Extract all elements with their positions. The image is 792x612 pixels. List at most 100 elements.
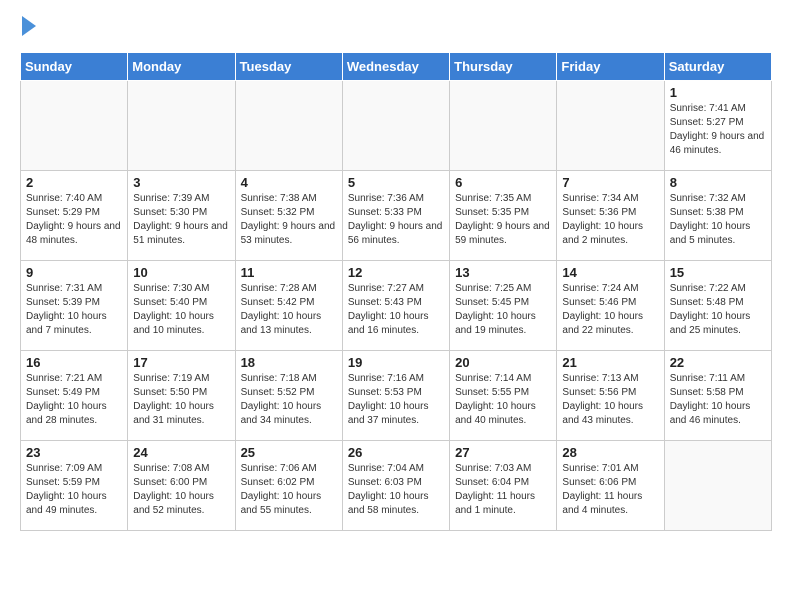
calendar-header-row: SundayMondayTuesdayWednesdayThursdayFrid… (21, 53, 772, 81)
calendar-cell: 21 Sunrise: 7:13 AM Sunset: 5:56 PM Dayli… (557, 351, 664, 441)
day-number: 17 (133, 355, 229, 370)
calendar-cell: 12 Sunrise: 7:27 AM Sunset: 5:43 PM Dayli… (342, 261, 449, 351)
column-header-saturday: Saturday (664, 53, 771, 81)
day-info: Sunrise: 7:28 AM Sunset: 5:42 PM Dayligh… (241, 282, 337, 338)
calendar-cell: 1 Sunrise: 7:41 AM Sunset: 5:27 PM Daylig… (664, 81, 771, 171)
calendar-cell: 2Sunrise: 7:40 AM Sunset: 5:29 PM Daylig… (21, 171, 128, 261)
day-info: Sunrise: 7:16 AM Sunset: 5:53 PM Dayligh… (348, 372, 444, 428)
day-number: 26 (348, 445, 444, 460)
calendar-cell: 9 Sunrise: 7:31 AM Sunset: 5:39 PM Daylig… (21, 261, 128, 351)
page-header (20, 20, 772, 36)
calendar-cell: 24Sunrise: 7:08 AM Sunset: 6:00 PM Dayli… (128, 441, 235, 531)
calendar-cell (21, 81, 128, 171)
day-number: 22 (670, 355, 766, 370)
day-number: 25 (241, 445, 337, 460)
day-info: Sunrise: 7:08 AM Sunset: 6:00 PM Dayligh… (133, 462, 229, 518)
calendar-cell: 16 Sunrise: 7:21 AM Sunset: 5:49 PM Dayli… (21, 351, 128, 441)
day-info: Sunrise: 7:35 AM Sunset: 5:35 PM Dayligh… (455, 192, 551, 248)
day-number: 23 (26, 445, 122, 460)
calendar-cell: 7 Sunrise: 7:34 AM Sunset: 5:36 PM Daylig… (557, 171, 664, 261)
day-number: 10 (133, 265, 229, 280)
week-row-5: 23 Sunrise: 7:09 AM Sunset: 5:59 PM Dayli… (21, 441, 772, 531)
day-number: 13 (455, 265, 551, 280)
day-info: Sunrise: 7:32 AM Sunset: 5:38 PM Dayligh… (670, 192, 766, 248)
day-number: 19 (348, 355, 444, 370)
day-number: 18 (241, 355, 337, 370)
day-info: Sunrise: 7:06 AM Sunset: 6:02 PM Dayligh… (241, 462, 337, 518)
day-info: Sunrise: 7:11 AM Sunset: 5:58 PM Dayligh… (670, 372, 766, 428)
week-row-1: 1 Sunrise: 7:41 AM Sunset: 5:27 PM Daylig… (21, 81, 772, 171)
calendar-cell: 23 Sunrise: 7:09 AM Sunset: 5:59 PM Dayli… (21, 441, 128, 531)
calendar-cell: 13 Sunrise: 7:25 AM Sunset: 5:45 PM Dayli… (450, 261, 557, 351)
calendar-cell: 3 Sunrise: 7:39 AM Sunset: 5:30 PM Daylig… (128, 171, 235, 261)
calendar-cell (342, 81, 449, 171)
day-info: Sunrise: 7:14 AM Sunset: 5:55 PM Dayligh… (455, 372, 551, 428)
day-number: 2 (26, 175, 122, 190)
day-info: Sunrise: 7:09 AM Sunset: 5:59 PM Dayligh… (26, 462, 122, 518)
logo-arrow-icon (22, 16, 36, 36)
day-number: 7 (562, 175, 658, 190)
calendar-cell (450, 81, 557, 171)
calendar-cell: 18 Sunrise: 7:18 AM Sunset: 5:52 PM Dayli… (235, 351, 342, 441)
day-info: Sunrise: 7:36 AM Sunset: 5:33 PM Dayligh… (348, 192, 444, 248)
logo (20, 20, 36, 36)
day-info: Sunrise: 7:21 AM Sunset: 5:49 PM Dayligh… (26, 372, 122, 428)
day-number: 9 (26, 265, 122, 280)
day-number: 27 (455, 445, 551, 460)
day-info: Sunrise: 7:18 AM Sunset: 5:52 PM Dayligh… (241, 372, 337, 428)
day-number: 8 (670, 175, 766, 190)
day-info: Sunrise: 7:31 AM Sunset: 5:39 PM Dayligh… (26, 282, 122, 338)
column-header-tuesday: Tuesday (235, 53, 342, 81)
column-header-thursday: Thursday (450, 53, 557, 81)
day-info: Sunrise: 7:24 AM Sunset: 5:46 PM Dayligh… (562, 282, 658, 338)
calendar-cell (235, 81, 342, 171)
day-number: 12 (348, 265, 444, 280)
day-info: Sunrise: 7:34 AM Sunset: 5:36 PM Dayligh… (562, 192, 658, 248)
column-header-monday: Monday (128, 53, 235, 81)
calendar-cell: 22 Sunrise: 7:11 AM Sunset: 5:58 PM Dayli… (664, 351, 771, 441)
day-info: Sunrise: 7:25 AM Sunset: 5:45 PM Dayligh… (455, 282, 551, 338)
calendar-cell: 6 Sunrise: 7:35 AM Sunset: 5:35 PM Daylig… (450, 171, 557, 261)
week-row-2: 2Sunrise: 7:40 AM Sunset: 5:29 PM Daylig… (21, 171, 772, 261)
day-info: Sunrise: 7:01 AM Sunset: 6:06 PM Dayligh… (562, 462, 658, 518)
day-number: 28 (562, 445, 658, 460)
calendar-cell: 25 Sunrise: 7:06 AM Sunset: 6:02 PM Dayli… (235, 441, 342, 531)
calendar-cell: 5 Sunrise: 7:36 AM Sunset: 5:33 PM Daylig… (342, 171, 449, 261)
day-number: 5 (348, 175, 444, 190)
column-header-wednesday: Wednesday (342, 53, 449, 81)
calendar-cell: 10Sunrise: 7:30 AM Sunset: 5:40 PM Dayli… (128, 261, 235, 351)
calendar-cell: 11 Sunrise: 7:28 AM Sunset: 5:42 PM Dayli… (235, 261, 342, 351)
day-number: 1 (670, 85, 766, 100)
week-row-4: 16 Sunrise: 7:21 AM Sunset: 5:49 PM Dayli… (21, 351, 772, 441)
day-info: Sunrise: 7:41 AM Sunset: 5:27 PM Dayligh… (670, 102, 766, 158)
day-info: Sunrise: 7:39 AM Sunset: 5:30 PM Dayligh… (133, 192, 229, 248)
calendar-cell: 19 Sunrise: 7:16 AM Sunset: 5:53 PM Dayli… (342, 351, 449, 441)
day-number: 16 (26, 355, 122, 370)
day-number: 4 (241, 175, 337, 190)
calendar-cell: 27 Sunrise: 7:03 AM Sunset: 6:04 PM Dayli… (450, 441, 557, 531)
calendar-table: SundayMondayTuesdayWednesdayThursdayFrid… (20, 52, 772, 531)
day-number: 21 (562, 355, 658, 370)
day-info: Sunrise: 7:13 AM Sunset: 5:56 PM Dayligh… (562, 372, 658, 428)
day-number: 20 (455, 355, 551, 370)
day-info: Sunrise: 7:27 AM Sunset: 5:43 PM Dayligh… (348, 282, 444, 338)
column-header-friday: Friday (557, 53, 664, 81)
day-number: 11 (241, 265, 337, 280)
calendar-cell: 15Sunrise: 7:22 AM Sunset: 5:48 PM Dayli… (664, 261, 771, 351)
calendar-cell (128, 81, 235, 171)
calendar-cell: 26Sunrise: 7:04 AM Sunset: 6:03 PM Dayli… (342, 441, 449, 531)
calendar-cell: 28 Sunrise: 7:01 AM Sunset: 6:06 PM Dayli… (557, 441, 664, 531)
day-number: 3 (133, 175, 229, 190)
calendar-cell: 8 Sunrise: 7:32 AM Sunset: 5:38 PM Daylig… (664, 171, 771, 261)
day-info: Sunrise: 7:22 AM Sunset: 5:48 PM Dayligh… (670, 282, 766, 338)
week-row-3: 9 Sunrise: 7:31 AM Sunset: 5:39 PM Daylig… (21, 261, 772, 351)
day-info: Sunrise: 7:38 AM Sunset: 5:32 PM Dayligh… (241, 192, 337, 248)
day-info: Sunrise: 7:19 AM Sunset: 5:50 PM Dayligh… (133, 372, 229, 428)
column-header-sunday: Sunday (21, 53, 128, 81)
day-number: 14 (562, 265, 658, 280)
day-number: 6 (455, 175, 551, 190)
calendar-cell: 17 Sunrise: 7:19 AM Sunset: 5:50 PM Dayli… (128, 351, 235, 441)
calendar-cell (664, 441, 771, 531)
day-info: Sunrise: 7:03 AM Sunset: 6:04 PM Dayligh… (455, 462, 551, 518)
calendar-cell: 20 Sunrise: 7:14 AM Sunset: 5:55 PM Dayli… (450, 351, 557, 441)
